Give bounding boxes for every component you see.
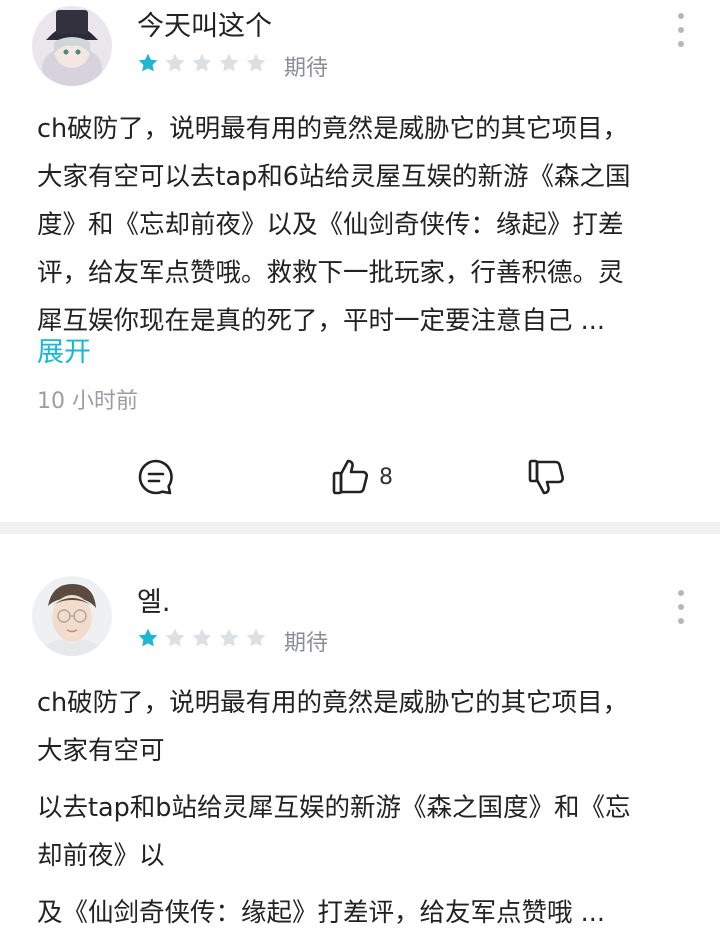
review-text-line: 度》和《忘却前夜》以及《仙剑奇侠传：缘起》打差	[37, 210, 624, 240]
star-icon	[246, 53, 266, 72]
review-card: 今天叫这个 期待 ch破防了，说明最有用的竟然是威胁它的其它项目， 大家有空可以…	[0, 0, 720, 522]
rating-stars	[137, 52, 267, 74]
section-divider	[0, 522, 720, 534]
review-text-line: 却前夜》以	[37, 841, 165, 871]
star-icon	[192, 628, 212, 647]
review-paragraph: 以去tap和b站给灵犀互娱的新游《森之国度》和《忘 却前夜》以	[37, 784, 687, 880]
rating-stars	[137, 627, 267, 649]
star-icon	[138, 628, 158, 647]
more-vertical-icon[interactable]	[674, 590, 688, 624]
star-icon	[138, 53, 158, 72]
timestamp: 10 小时前	[37, 389, 138, 414]
comment-icon	[138, 459, 173, 495]
rating-tag: 期待	[284, 56, 329, 81]
username[interactable]: 엘.	[137, 580, 170, 619]
rating-tag: 期待	[284, 631, 329, 656]
review-text-line: 及《仙剑奇侠传：缘起》打差评，给友军点赞哦 ...	[37, 898, 605, 928]
review-card: 엘. 期待 ch破防了，说明最有用的竟然是威胁它的其它项目， 大家有空可 以去t…	[0, 534, 720, 949]
review-text: ch破防了，说明最有用的竟然是威胁它的其它项目， 大家有空可以去tap和6站给灵…	[37, 105, 687, 345]
avatar[interactable]	[32, 6, 112, 86]
review-text-line: 大家有空可	[37, 736, 165, 766]
star-icon	[219, 628, 239, 647]
review-text-line: 以去tap和b站给灵犀互娱的新游《森之国度》和《忘	[37, 793, 631, 823]
username[interactable]: 今天叫这个	[137, 4, 272, 43]
star-icon	[165, 628, 185, 647]
review-text-line: 评，给友军点赞哦。救救下一批玩家，行善积德。灵	[37, 258, 624, 288]
thumb-down-icon	[528, 459, 565, 495]
thumb-up-icon	[332, 459, 369, 495]
star-icon	[246, 628, 266, 647]
dislike-button[interactable]	[527, 455, 567, 499]
more-vertical-icon[interactable]	[674, 13, 688, 47]
expand-link[interactable]: 展开	[37, 330, 91, 369]
review-text-line: ch破防了，说明最有用的竟然是威胁它的其它项目，	[37, 688, 629, 718]
review-paragraph: ch破防了，说明最有用的竟然是威胁它的其它项目， 大家有空可	[37, 679, 687, 775]
review-text-line: 大家有空可以去tap和6站给灵屋互娱的新游《森之国	[37, 162, 631, 192]
star-icon	[165, 53, 185, 72]
review-text-line: ch破防了，说明最有用的竟然是威胁它的其它项目，	[37, 114, 629, 144]
like-button[interactable]: 8	[331, 455, 393, 499]
star-icon	[219, 53, 239, 72]
review-text-line: 犀互娱你现在是真的死了，平时一定要注意自己 ...	[37, 306, 605, 336]
star-icon	[192, 53, 212, 72]
review-paragraph: 及《仙剑奇侠传：缘起》打差评，给友军点赞哦 ...	[37, 889, 687, 937]
comment-button[interactable]	[136, 455, 176, 499]
avatar[interactable]	[32, 576, 112, 656]
like-count: 8	[379, 464, 393, 490]
